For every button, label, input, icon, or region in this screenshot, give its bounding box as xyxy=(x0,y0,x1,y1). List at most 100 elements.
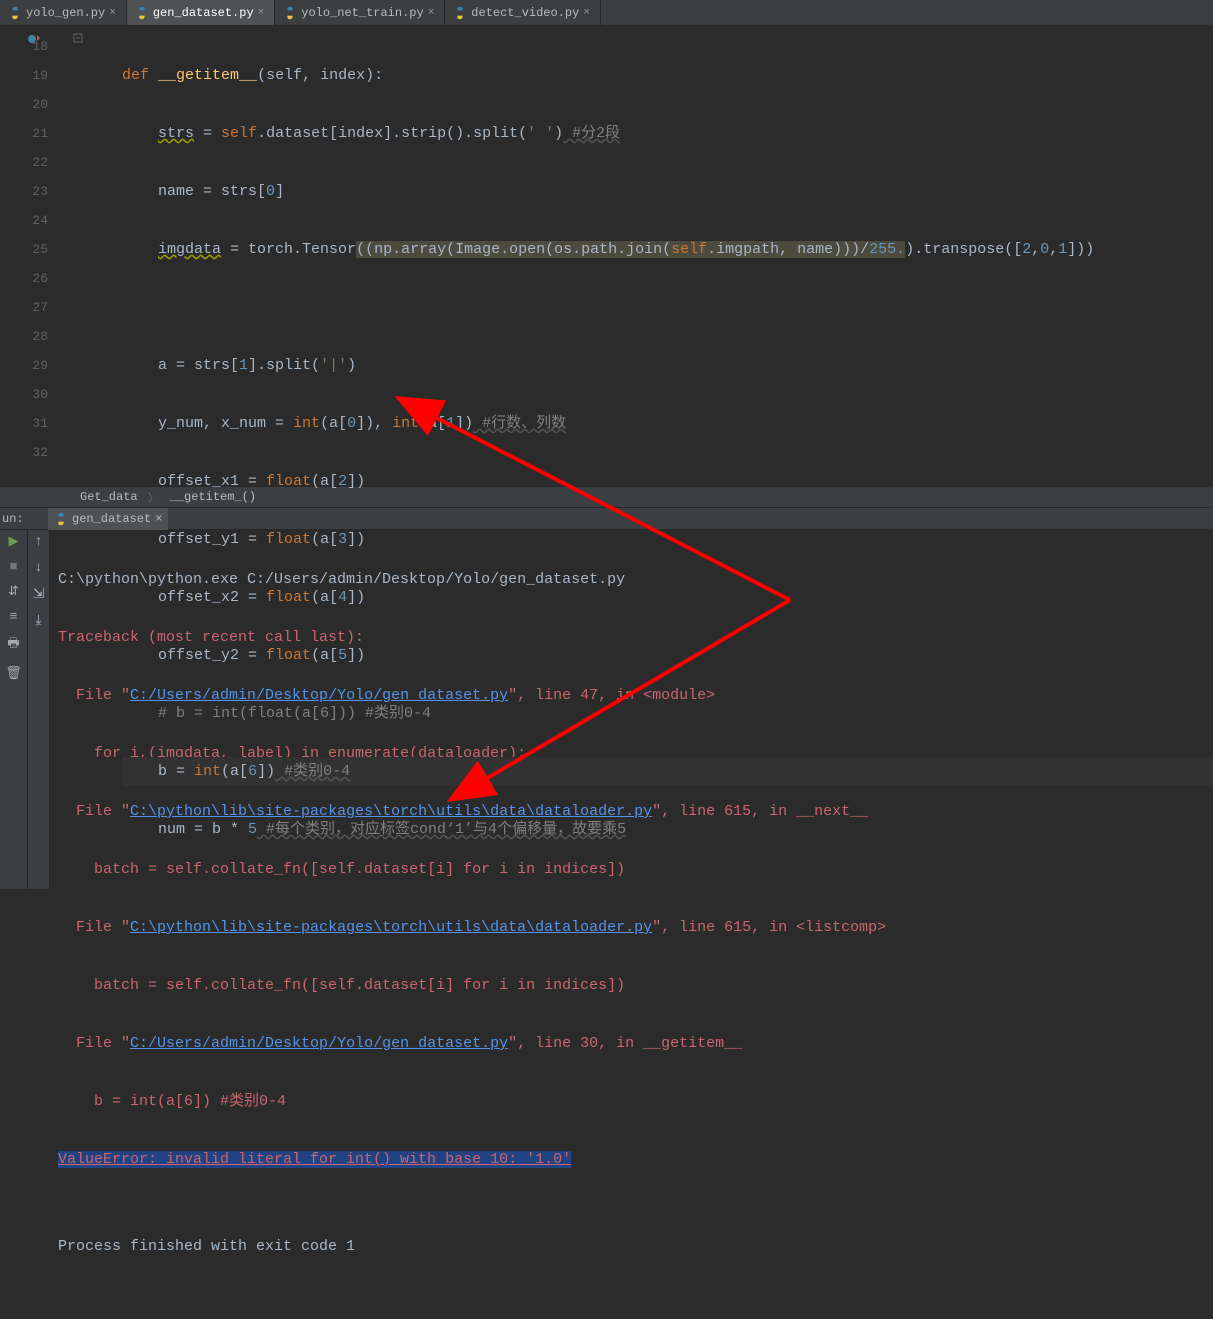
code: (a[ xyxy=(311,531,338,548)
number: 255. xyxy=(869,241,905,258)
code: y_num, x_num = xyxy=(158,415,293,432)
close-icon[interactable]: × xyxy=(428,7,435,19)
settings-icon[interactable]: ⇵ xyxy=(8,584,19,599)
comment: #分2段 xyxy=(563,125,620,142)
number: 1 xyxy=(239,357,248,374)
file-link[interactable]: C:\python\lib\site-packages\torch\utils\… xyxy=(130,919,652,936)
code: ])) xyxy=(1067,241,1094,258)
builtin: float xyxy=(266,473,311,490)
tab-gen-dataset[interactable]: gen_dataset.py × xyxy=(127,0,275,25)
run-panel-label: un: xyxy=(0,512,14,526)
code: ]) xyxy=(455,415,473,432)
close-icon[interactable]: × xyxy=(109,7,116,19)
code: (a[ xyxy=(311,647,338,664)
tab-yolo-net-train[interactable]: yolo_net_train.py × xyxy=(275,0,445,25)
var: strs xyxy=(158,125,194,142)
builtin: float xyxy=(266,647,311,664)
number: 0 xyxy=(1040,241,1049,258)
rerun-icon[interactable]: ▶ xyxy=(9,534,19,549)
console-line: File "C:/Users/admin/Desktop/Yolo/gen_da… xyxy=(58,1029,1205,1058)
code: (a[ xyxy=(311,589,338,606)
code: ) xyxy=(347,357,356,374)
number: 5 xyxy=(338,647,347,664)
code: (a[ xyxy=(419,415,446,432)
comment: #行数、列数 xyxy=(473,415,566,432)
code: ]) xyxy=(257,763,275,780)
code: .imgpath, name)))/ xyxy=(707,241,869,258)
console-line: ValueError: invalid literal for int() wi… xyxy=(58,1145,1205,1174)
code: ).transpose([ xyxy=(905,241,1022,258)
params: (self, index): xyxy=(257,67,383,84)
number: 0 xyxy=(347,415,356,432)
console-line: b = int(a[6]) #类别0-4 xyxy=(58,1087,1205,1116)
self-kw: self xyxy=(221,125,257,142)
comment: #每个类别，对应标签cond‘1’与4个偏移量，故要乘5 xyxy=(257,821,626,838)
number: 2 xyxy=(338,473,347,490)
run-toolbar-left: ▶ ■ ⇵ ≡ 🖶 🗑 xyxy=(0,530,28,889)
code-body[interactable]: def __getitem__(self, index): strs = sel… xyxy=(58,26,1213,486)
code: (a[ xyxy=(320,415,347,432)
code: ((np.array(Image.open(os.path.join( xyxy=(356,241,671,258)
code: , xyxy=(1049,241,1058,258)
code: ) xyxy=(554,125,563,142)
code: = torch.Tensor xyxy=(221,241,356,258)
tab-label: yolo_net_train.py xyxy=(301,6,423,20)
builtin: float xyxy=(266,531,311,548)
code: ]) xyxy=(347,589,365,606)
line-gutter: 181920212223242526272829303132 xyxy=(0,26,58,486)
code: ]), xyxy=(356,415,392,432)
fold-icon[interactable] xyxy=(72,32,84,49)
console-line: Process finished with exit code 1 xyxy=(58,1232,1205,1261)
tab-label: yolo_gen.py xyxy=(26,6,105,20)
override-icon xyxy=(28,32,42,46)
code: a = strs[ xyxy=(158,357,239,374)
number: 0 xyxy=(266,183,275,200)
keyword: def xyxy=(122,67,149,84)
trash-icon[interactable]: 🗑 xyxy=(5,666,22,681)
code: .dataset[index].strip().split( xyxy=(257,125,527,142)
code: name = strs[ xyxy=(158,183,266,200)
code: offset_y1 = xyxy=(158,531,266,548)
code: , xyxy=(1031,241,1040,258)
code: offset_x2 = xyxy=(158,589,266,606)
code: ].split( xyxy=(248,357,320,374)
stop-icon[interactable]: ■ xyxy=(10,559,18,574)
wrap-icon[interactable]: ⇲ xyxy=(33,586,45,603)
python-icon xyxy=(283,6,297,20)
editor-tabs: yolo_gen.py × gen_dataset.py × yolo_net_… xyxy=(0,0,1213,26)
close-icon[interactable]: × xyxy=(583,7,590,19)
code: ] xyxy=(275,183,284,200)
code: (a[ xyxy=(311,473,338,490)
console-line: batch = self.collate_fn([self.dataset[i]… xyxy=(58,971,1205,1000)
tab-label: gen_dataset.py xyxy=(153,6,254,20)
comment: # b = int(float(a[6])) #类别0-4 xyxy=(158,705,431,722)
tab-yolo-gen[interactable]: yolo_gen.py × xyxy=(0,0,127,25)
code: ]) xyxy=(347,531,365,548)
string: ' ' xyxy=(527,125,554,142)
up-icon[interactable]: ↑ xyxy=(34,534,42,550)
code-editor[interactable]: 181920212223242526272829303132 def __get… xyxy=(0,26,1213,486)
number: 4 xyxy=(338,589,347,606)
self-kw: self xyxy=(671,241,707,258)
tab-detect-video[interactable]: detect_video.py × xyxy=(445,0,601,25)
print-icon[interactable]: 🖶 xyxy=(7,634,19,656)
number: 2 xyxy=(1022,241,1031,258)
builtin: int xyxy=(392,415,419,432)
down-icon[interactable]: ↓ xyxy=(34,560,42,576)
number: 5 xyxy=(248,821,257,838)
number: 3 xyxy=(338,531,347,548)
gutter-run-icon[interactable] xyxy=(28,32,42,51)
python-icon xyxy=(8,6,22,20)
number: 6 xyxy=(248,763,257,780)
console-line: File "C:\python\lib\site-packages\torch\… xyxy=(58,913,1205,942)
scroll-icon[interactable]: ⤓ xyxy=(35,613,41,629)
var: imgdata xyxy=(158,241,221,258)
builtin: int xyxy=(194,763,221,780)
run-toolbar-right: ↑ ↓ ⇲ ⤓ xyxy=(28,530,50,889)
code: offset_x1 = xyxy=(158,473,266,490)
file-link[interactable]: C:/Users/admin/Desktop/Yolo/gen_dataset.… xyxy=(130,1035,508,1052)
code: ]) xyxy=(347,647,365,664)
layout-icon[interactable]: ≡ xyxy=(10,609,18,624)
close-icon[interactable]: × xyxy=(258,7,265,19)
code: offset_y2 = xyxy=(158,647,266,664)
